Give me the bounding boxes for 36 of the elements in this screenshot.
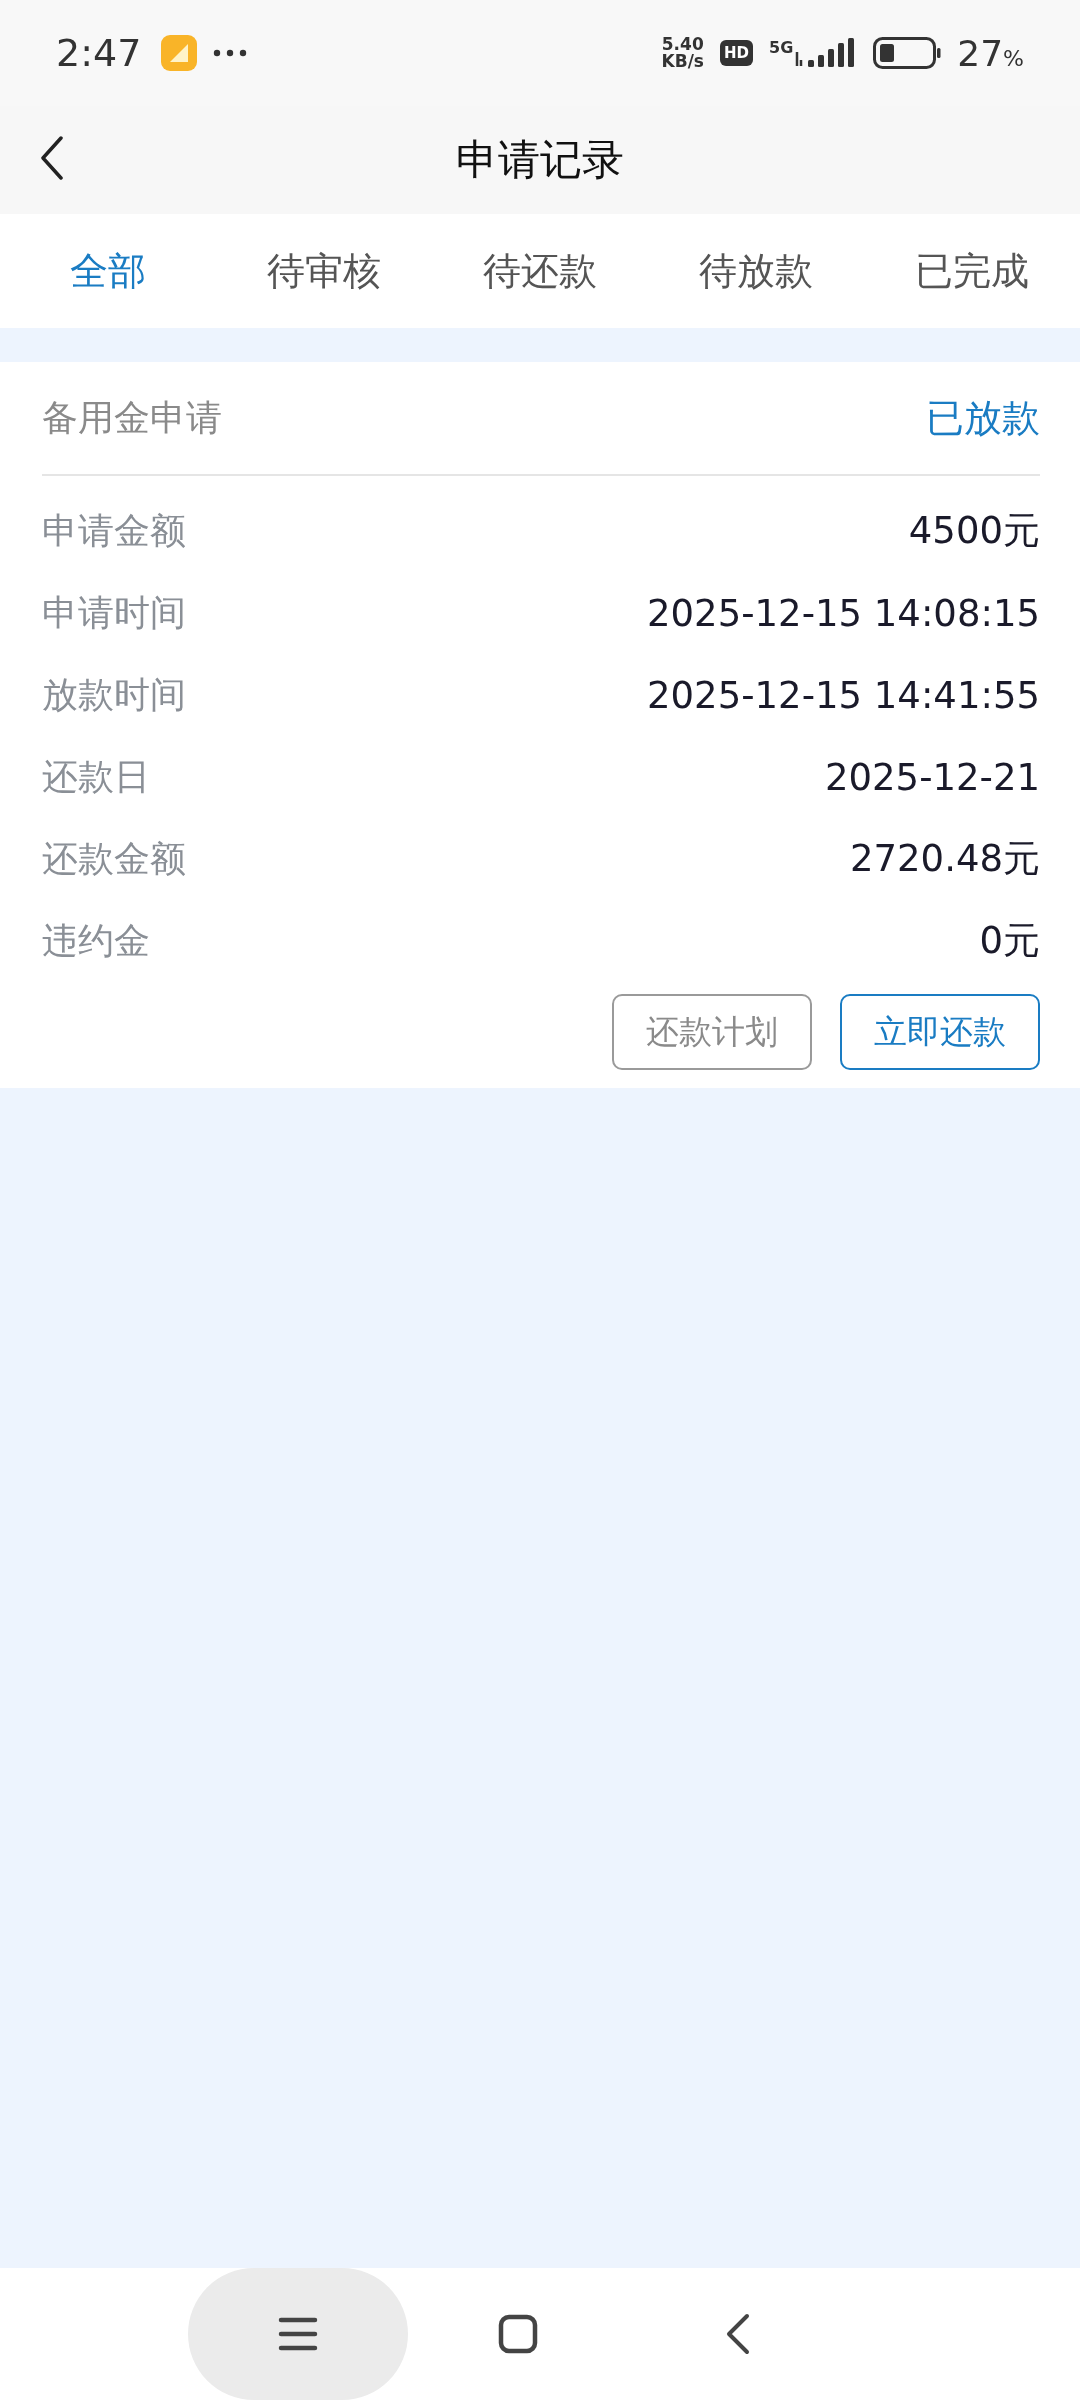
hd-badge: HD [720,40,753,66]
field-label: 放款时间 [42,672,186,717]
battery-percent: 27 [957,32,1004,74]
field-label: 申请金额 [42,508,186,553]
repay-now-button[interactable]: 立即还款 [840,994,1040,1070]
battery-icon [873,37,942,69]
more-notifications-icon [213,49,248,57]
net-speed-unit: KB/s [661,53,704,70]
field-value: 2720.48元 [850,836,1040,882]
back-icon [725,2313,751,2355]
menu-icon [278,2316,318,2352]
home-icon [498,2314,538,2354]
filter-tab[interactable]: 已完成 [911,237,1033,305]
field-value: 0元 [979,918,1040,964]
filter-tab[interactable]: 待审核 [263,237,385,305]
record-title: 备用金申请 [42,395,222,440]
field-label: 违约金 [42,918,150,963]
field-label: 还款日 [42,754,150,799]
field-value: 2025-12-15 14:41:55 [647,673,1040,717]
record-status: 已放款 [926,394,1040,442]
back-button[interactable] [40,136,64,180]
filter-tab[interactable]: 待放款 [695,237,817,305]
field-label: 申请时间 [42,590,186,635]
page-title: 申请记录 [456,134,624,186]
filter-tab[interactable]: 待还款 [479,237,601,305]
back-icon [40,136,64,180]
app-notification-icon [161,35,198,71]
percent-sign: % [1003,45,1024,71]
field-value: 2025-12-15 14:08:15 [647,591,1040,635]
status-time: 2:47 [56,31,142,75]
field-label: 还款金额 [42,836,186,881]
network-type: 5G [769,38,794,57]
filter-tab[interactable]: 全部 [66,237,150,305]
field-value: 4500元 [908,508,1040,554]
net-speed-value: 5.40 [661,36,704,53]
field-value: 2025-12-21 [824,755,1040,799]
